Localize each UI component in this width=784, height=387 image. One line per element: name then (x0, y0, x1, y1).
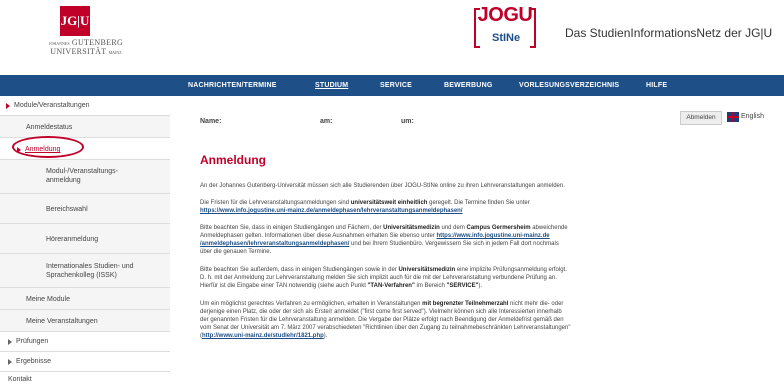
p3-text: abweichende (530, 225, 568, 231)
page-header: JG|U JOHANNES GUTENBERG UNIVERSITÄT MAIN… (0, 0, 784, 68)
ausnahmen-link[interactable]: https://www.info.jogustine.uni-mainz.de (437, 233, 550, 239)
um-label: um: (401, 118, 414, 125)
paragraph-teilnehmerzahl: Um ein möglichst gerechtes Verfahren zu … (200, 301, 571, 339)
sidebar-item-label: Bereichswahl (46, 206, 88, 213)
p2-text: geregelt. Die Termine finden Sie unter (427, 200, 530, 206)
sidebar-item-meine-module[interactable]: Meine Module (0, 288, 170, 310)
arrow-right-icon (8, 359, 12, 365)
p4-text: Hierfür ist die Eingabe einer TAN notwen… (200, 283, 368, 289)
jgu-logo-text: JOHANNES GUTENBERG UNIVERSITÄT MAINZ (36, 39, 136, 57)
sidebar-item-label: anmeldung (46, 177, 81, 184)
jogu-word: JOGU (477, 4, 533, 26)
p4-text: D. h. mit der Anmeldung zur Lehrveransta… (200, 275, 557, 281)
p5-text: nicht mehr die- oder (508, 301, 564, 307)
main-content: Name: am: um: Abmelden English Anmeldung… (172, 96, 784, 387)
p3-text: über die genauen Termine. (200, 249, 272, 255)
sidebar-section-label: Module/Veranstaltungen (14, 102, 90, 109)
sidebar-item-pruefungen[interactable]: Prüfungen (0, 332, 170, 352)
p2-bold: universitätsweit einheitlich (350, 200, 428, 206)
nav-studium[interactable]: STUDIUM (315, 75, 348, 96)
p4-text: eine implizite Prüfungsanmeldung erfolgt… (455, 267, 567, 273)
highlight-circle (12, 136, 84, 158)
ausnahmen-link-cont[interactable]: /anmeldephasen/lehrveranstaltungsanmelde… (200, 241, 349, 247)
sidebar-item-label: Meine Veranstaltungen (26, 318, 98, 325)
sidebar-item-bereichswahl[interactable]: Bereichswahl (0, 194, 170, 224)
jgu-suffix: MAINZ (108, 50, 122, 55)
nav-bewerbung[interactable]: BEWERBUNG (444, 75, 492, 96)
sidebar-item-label: Meine Module (26, 296, 70, 303)
richtlinien-link[interactable]: http://www.uni-mainz.de/studlehr/1821.ph… (202, 333, 324, 339)
sidebar-item-label: Ergebnisse (16, 358, 52, 365)
page-title: Anmeldung (200, 153, 266, 167)
paragraph-ausnahmen: Bitte beachten Sie, dass in einigen Stud… (200, 224, 720, 256)
sidebar-section-module[interactable]: Module/Veranstaltungen (0, 96, 170, 116)
p2-text: Die Fristen für die Lehrveranstaltungsan… (200, 200, 351, 206)
p1-text: An der Johannes Gutenberg-Universität mü… (200, 183, 565, 189)
sidebar-item-label: Internationales Studien- und (46, 263, 134, 270)
p3-text: und dem (439, 225, 467, 231)
p3-text: Anmeldephasen gelten. Informationen über… (200, 233, 437, 239)
english-link[interactable]: English (741, 113, 764, 120)
jogu-stine-logo[interactable]: JOGU StINe (474, 4, 536, 62)
sidebar-item-modulanmeldung[interactable]: Modul-/Veranstaltungs- anmeldung (0, 160, 170, 194)
p5-text: Um ein möglichst gerechtes Verfahren zu … (200, 301, 423, 307)
sidebar-item-label: Sprachenkolleg (ISSK) (46, 272, 117, 279)
main-nav: NACHRICHTEN/TERMINE STUDIUM SERVICE BEWE… (0, 75, 784, 96)
p5-bold: mit begrenzter Teilnehmerzahl (422, 301, 509, 307)
sidebar-item-meine-veranstaltungen[interactable]: Meine Veranstaltungen (0, 310, 170, 332)
p3-text: Bitte beachten Sie, dass in einigen Stud… (200, 225, 384, 231)
sidebar-item-label: Modul-/Veranstaltungs- (46, 168, 118, 175)
sidebar-item-anmeldestatus[interactable]: Anmeldestatus (0, 116, 170, 138)
jgu-logo-mark: JG|U (60, 6, 90, 36)
jogu-stine: StINe (492, 32, 521, 44)
paragraph-fristen: Die Fristen für die Lehrveranstaltungsan… (200, 199, 720, 215)
name-label: Name: (200, 118, 222, 125)
p4-text: im Bereich (414, 283, 447, 289)
sidebar: Module/Veranstaltungen Anmeldestatus Anm… (0, 96, 172, 387)
sidebar-item-label: Prüfungen (16, 338, 49, 345)
p4-text: ). (478, 283, 483, 289)
jgu-logo[interactable]: JG|U JOHANNES GUTENBERG UNIVERSITÄT MAIN… (36, 6, 146, 58)
sidebar-item-label: Kontakt (8, 376, 32, 383)
arrow-right-icon (6, 103, 10, 109)
p3-text: und bei Ihrem Studienbüro. Vergewissern … (349, 241, 559, 247)
nav-hilfe[interactable]: HILFE (646, 75, 667, 96)
p5-text: vom Senat der Universität am 7. März 200… (200, 325, 571, 331)
sidebar-item-hoereranmeldung[interactable]: Höreranmeldung (0, 224, 170, 254)
jgu-line2: UNIVERSITÄT (50, 47, 107, 56)
p3-bold: Campus Germersheim (466, 225, 531, 231)
nav-nachrichten[interactable]: NACHRICHTEN/TERMINE (188, 75, 277, 96)
am-label: am: (320, 118, 333, 125)
p3-bold: Universitätsmedizin (383, 225, 440, 231)
p4-bold: Universitätsmedizin (398, 267, 456, 273)
p4-bold: "TAN-Verfahren" (367, 283, 415, 289)
paragraph-pruefungsanmeldung: Bitte beachten Sie außerdem, dass in ein… (200, 266, 720, 290)
arrow-right-icon (8, 339, 12, 345)
site-tagline: Das StudienInformationsNetz der JG|U (565, 26, 773, 40)
jgu-line1: GUTENBERG (71, 38, 124, 47)
anmeldephasen-link[interactable]: https://www.info.jogustine.uni-mainz.de/… (200, 208, 463, 214)
paragraph-intro: An der Johannes Gutenberg-Universität mü… (200, 182, 720, 190)
uk-flag-icon[interactable] (727, 112, 739, 122)
jgu-prefix: JOHANNES (48, 41, 70, 46)
sidebar-item-issk[interactable]: Internationales Studien- und Sprachenkol… (0, 254, 170, 288)
p5-text: ). (323, 333, 328, 339)
nav-service[interactable]: SERVICE (380, 75, 412, 96)
p4-text: Bitte beachten Sie außerdem, dass in ein… (200, 267, 399, 273)
sidebar-item-label: Anmeldestatus (26, 124, 73, 131)
sidebar-item-kontakt[interactable]: Kontakt (0, 372, 170, 387)
abmelden-button[interactable]: Abmelden (680, 111, 722, 125)
p5-text: derjenige einen Platz, die oder der sich… (200, 309, 562, 315)
p4-bold: "SERVICE" (446, 283, 479, 289)
sidebar-item-label: Höreranmeldung (46, 236, 99, 243)
nav-vorlesungsverzeichnis[interactable]: VORLESUNGSVERZEICHNIS (519, 75, 619, 96)
p5-text: der genannten Fristen für die Lehrverans… (200, 317, 564, 323)
sidebar-item-ergebnisse[interactable]: Ergebnisse (0, 352, 170, 372)
